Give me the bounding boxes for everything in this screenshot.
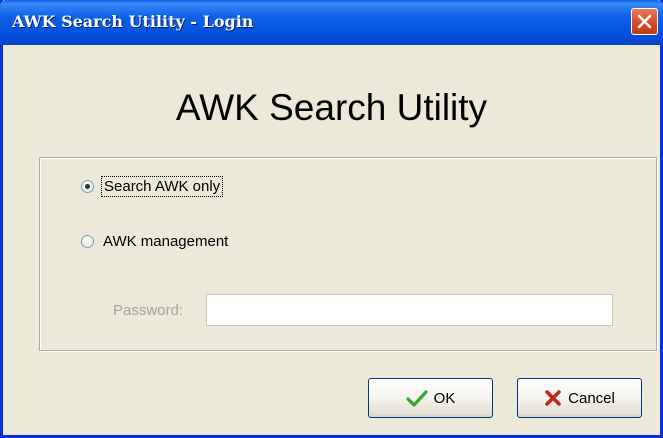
- checkmark-icon: [406, 389, 428, 407]
- radio-button-unselected[interactable]: [81, 235, 94, 248]
- close-button[interactable]: [631, 8, 658, 35]
- login-dialog: AWK Search Utility - Login AWK Search Ut…: [0, 0, 663, 438]
- app-heading: AWK Search Utility: [175, 87, 488, 128]
- radio-dot: [85, 184, 90, 189]
- title-bar[interactable]: AWK Search Utility - Login: [0, 0, 663, 45]
- ok-button-label: OK: [433, 389, 456, 407]
- radio-awk-management[interactable]: AWK management: [81, 233, 228, 250]
- radio-button-selected[interactable]: [81, 180, 94, 193]
- close-icon: [637, 14, 652, 29]
- password-field[interactable]: [206, 294, 613, 326]
- x-icon: [544, 389, 562, 407]
- cancel-button[interactable]: Cancel: [517, 378, 642, 418]
- radio-label-awk-management: AWK management: [103, 233, 229, 250]
- window-title: AWK Search Utility - Login: [12, 12, 254, 31]
- cancel-button-label: Cancel: [568, 389, 615, 407]
- radio-label-search-awk-only: Search AWK only: [100, 176, 224, 197]
- radio-search-awk-only[interactable]: Search AWK only: [81, 176, 224, 197]
- password-label: Password:: [113, 302, 184, 319]
- ok-button[interactable]: OK: [368, 378, 493, 418]
